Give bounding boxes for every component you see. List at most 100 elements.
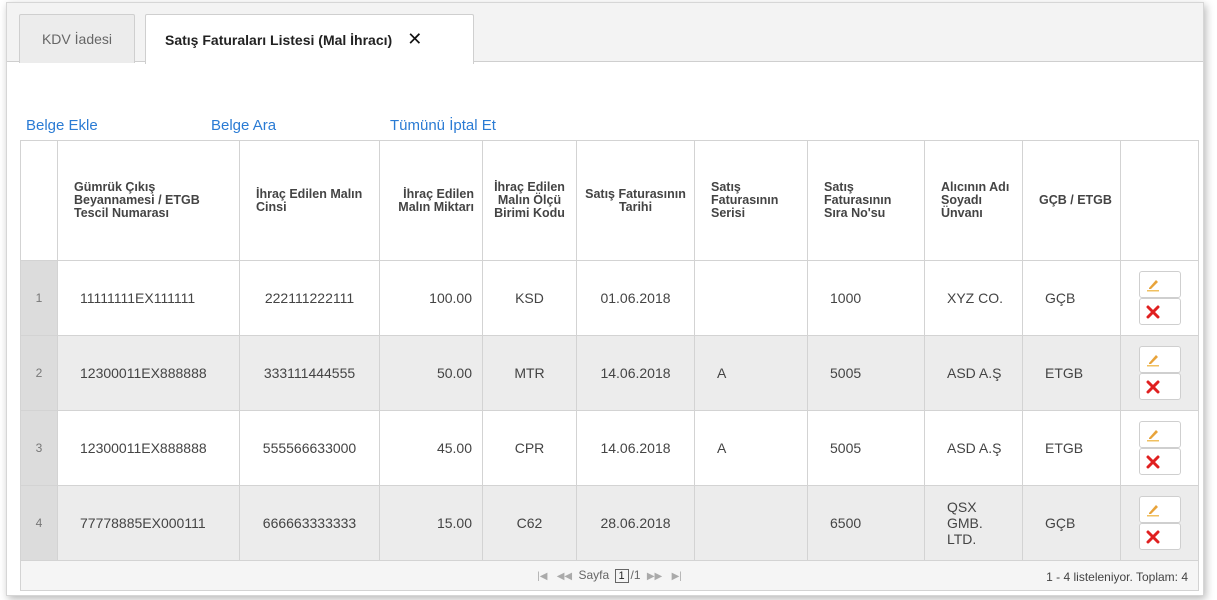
row-action-buttons <box>1138 271 1181 325</box>
header-rownum <box>20 140 58 261</box>
page-total: /1 <box>630 568 641 583</box>
cell-invoice-date: 01.06.2018 <box>576 260 695 336</box>
cell-quantity: 45.00 <box>379 410 483 486</box>
delete-button[interactable] <box>1138 373 1181 400</box>
row-number: 3 <box>20 410 58 486</box>
table-row[interactable]: 4 77778885EX000111 666663333333 15.00 C62 28.… <box>20 485 1199 561</box>
pencil-icon <box>1146 504 1159 516</box>
edit-button[interactable] <box>1138 421 1181 448</box>
pager: |◀ ◀◀ Sayfa 1/1 ▶▶ ▶| <box>29 568 1190 583</box>
cell-invoice-series: A <box>694 410 808 486</box>
first-page-icon[interactable]: |◀ <box>537 571 547 582</box>
header-actions <box>1120 140 1199 261</box>
cell-buyer: XYZ CO. <box>924 260 1023 336</box>
cell-invoice-date: 28.06.2018 <box>576 485 695 561</box>
cell-unit-code: CPR <box>482 410 577 486</box>
cell-invoice-seq: 6500 <box>807 485 925 561</box>
cell-invoice-seq: 5005 <box>807 335 925 411</box>
tumunu-iptal-link[interactable]: Tümünü İptal Et <box>390 117 496 134</box>
row-action-buttons <box>1138 496 1181 550</box>
row-action-buttons <box>1138 421 1181 475</box>
cell-unit-code: C62 <box>482 485 577 561</box>
edit-button[interactable] <box>1138 271 1181 298</box>
cell-invoice-series: A <box>694 335 808 411</box>
page-number-input[interactable]: 1 <box>614 568 629 583</box>
column-header[interactable]: GÇB / ETGB <box>1022 140 1121 261</box>
cell-quantity: 50.00 <box>379 335 483 411</box>
row-number: 2 <box>20 335 58 411</box>
row-number: 4 <box>20 485 58 561</box>
row-actions <box>1120 485 1199 561</box>
invoice-table: Gümrük Çıkış Beyannamesi / ETGB Tescil N… <box>20 140 1199 591</box>
tab-bar: KDV İadesi Satış Faturaları Listesi (Mal… <box>7 3 1203 64</box>
column-header[interactable]: İhraç Edilen Malın Miktarı <box>379 140 483 261</box>
delete-button[interactable] <box>1138 298 1181 325</box>
column-header[interactable]: Gümrük Çıkış Beyannamesi / ETGB Tescil N… <box>57 140 240 261</box>
table-header-row: Gümrük Çıkış Beyannamesi / ETGB Tescil N… <box>20 140 1199 261</box>
cell-unit-code: KSD <box>482 260 577 336</box>
cell-doc-type: GÇB <box>1022 260 1121 336</box>
cell-invoice-date: 14.06.2018 <box>576 335 695 411</box>
delete-x-icon <box>1146 305 1159 318</box>
record-count: 1 - 4 listeleniyor. Toplam: 4 <box>1046 570 1188 584</box>
cell-goods-type: 333111444555 <box>239 335 380 411</box>
column-header[interactable]: İhraç Edilen Malın Ölçü Birimi Kodu <box>482 140 577 261</box>
belge-ara-link[interactable]: Belge Ara <box>211 117 276 134</box>
cell-doc-type: ETGB <box>1022 335 1121 411</box>
cell-buyer: ASD A.Ş <box>924 335 1023 411</box>
cell-gcb-number: 12300011EX888888 <box>57 335 240 411</box>
pager-row: |◀ ◀◀ Sayfa 1/1 ▶▶ ▶| 1 - 4 listeleniyor… <box>20 560 1199 591</box>
pencil-icon <box>1146 279 1159 291</box>
cell-invoice-series <box>694 485 808 561</box>
row-actions <box>1120 260 1199 336</box>
tab-label: Satış Faturaları Listesi (Mal İhracı) <box>165 31 393 48</box>
cell-invoice-seq: 5005 <box>807 410 925 486</box>
cell-invoice-series <box>694 260 808 336</box>
edit-button[interactable] <box>1138 346 1181 373</box>
cell-quantity: 15.00 <box>379 485 483 561</box>
cell-invoice-date: 14.06.2018 <box>576 410 695 486</box>
column-header[interactable]: İhraç Edilen Malın Cinsi <box>239 140 380 261</box>
cell-doc-type: GÇB <box>1022 485 1121 561</box>
delete-button[interactable] <box>1138 523 1181 550</box>
column-header[interactable]: Satış Faturasının Serisi <box>694 140 808 261</box>
row-number: 1 <box>20 260 58 336</box>
column-header[interactable]: Alıcının Adı Soyadı Ünvanı <box>924 140 1023 261</box>
cell-gcb-number: 77778885EX000111 <box>57 485 240 561</box>
cell-goods-type: 555566633000 <box>239 410 380 486</box>
delete-x-icon <box>1146 380 1159 393</box>
table-row[interactable]: 2 12300011EX888888 333111444555 50.00 MTR 14.… <box>20 335 1199 411</box>
cell-goods-type: 222111222111 <box>239 260 380 336</box>
tab-satis-faturalari[interactable]: Satış Faturaları Listesi (Mal İhracı) ✕ <box>145 14 474 64</box>
pencil-icon <box>1146 354 1159 366</box>
belge-ekle-link[interactable]: Belge Ekle <box>26 117 98 134</box>
cell-gcb-number: 11111111EX111111 <box>57 260 240 336</box>
column-header[interactable]: Satış Faturasının Tarihi <box>576 140 695 261</box>
cell-goods-type: 666663333333 <box>239 485 380 561</box>
cell-doc-type: ETGB <box>1022 410 1121 486</box>
row-action-buttons <box>1138 346 1181 400</box>
tab-label: KDV İadesi <box>41 31 113 47</box>
table-row[interactable]: 1 11111111EX111111 222111222111 100.00 KSD 01… <box>20 260 1199 336</box>
cell-buyer: QSX GMB. LTD. <box>924 485 1023 561</box>
prev-page-icon[interactable]: ◀◀ <box>557 571 572 582</box>
page-label: Sayfa <box>578 568 610 583</box>
cell-invoice-seq: 1000 <box>807 260 925 336</box>
row-actions <box>1120 410 1199 486</box>
delete-x-icon <box>1146 455 1159 468</box>
delete-x-icon <box>1146 530 1159 543</box>
cell-quantity: 100.00 <box>379 260 483 336</box>
delete-button[interactable] <box>1138 448 1181 475</box>
row-actions <box>1120 335 1199 411</box>
table-row[interactable]: 3 12300011EX888888 555566633000 45.00 CPR 14.… <box>20 410 1199 486</box>
next-page-icon[interactable]: ▶▶ <box>647 571 662 582</box>
column-header[interactable]: Satış Faturasının Sıra No'su <box>807 140 925 261</box>
edit-button[interactable] <box>1138 496 1181 523</box>
pencil-icon <box>1146 429 1159 441</box>
close-icon[interactable]: ✕ <box>407 29 422 50</box>
cell-buyer: ASD A.Ş <box>924 410 1023 486</box>
pager-cell: |◀ ◀◀ Sayfa 1/1 ▶▶ ▶| 1 - 4 listeleniyor… <box>20 560 1199 591</box>
last-page-icon[interactable]: ▶| <box>672 571 682 582</box>
tab-kdv-iadesi[interactable]: KDV İadesi <box>19 14 135 63</box>
cell-unit-code: MTR <box>482 335 577 411</box>
